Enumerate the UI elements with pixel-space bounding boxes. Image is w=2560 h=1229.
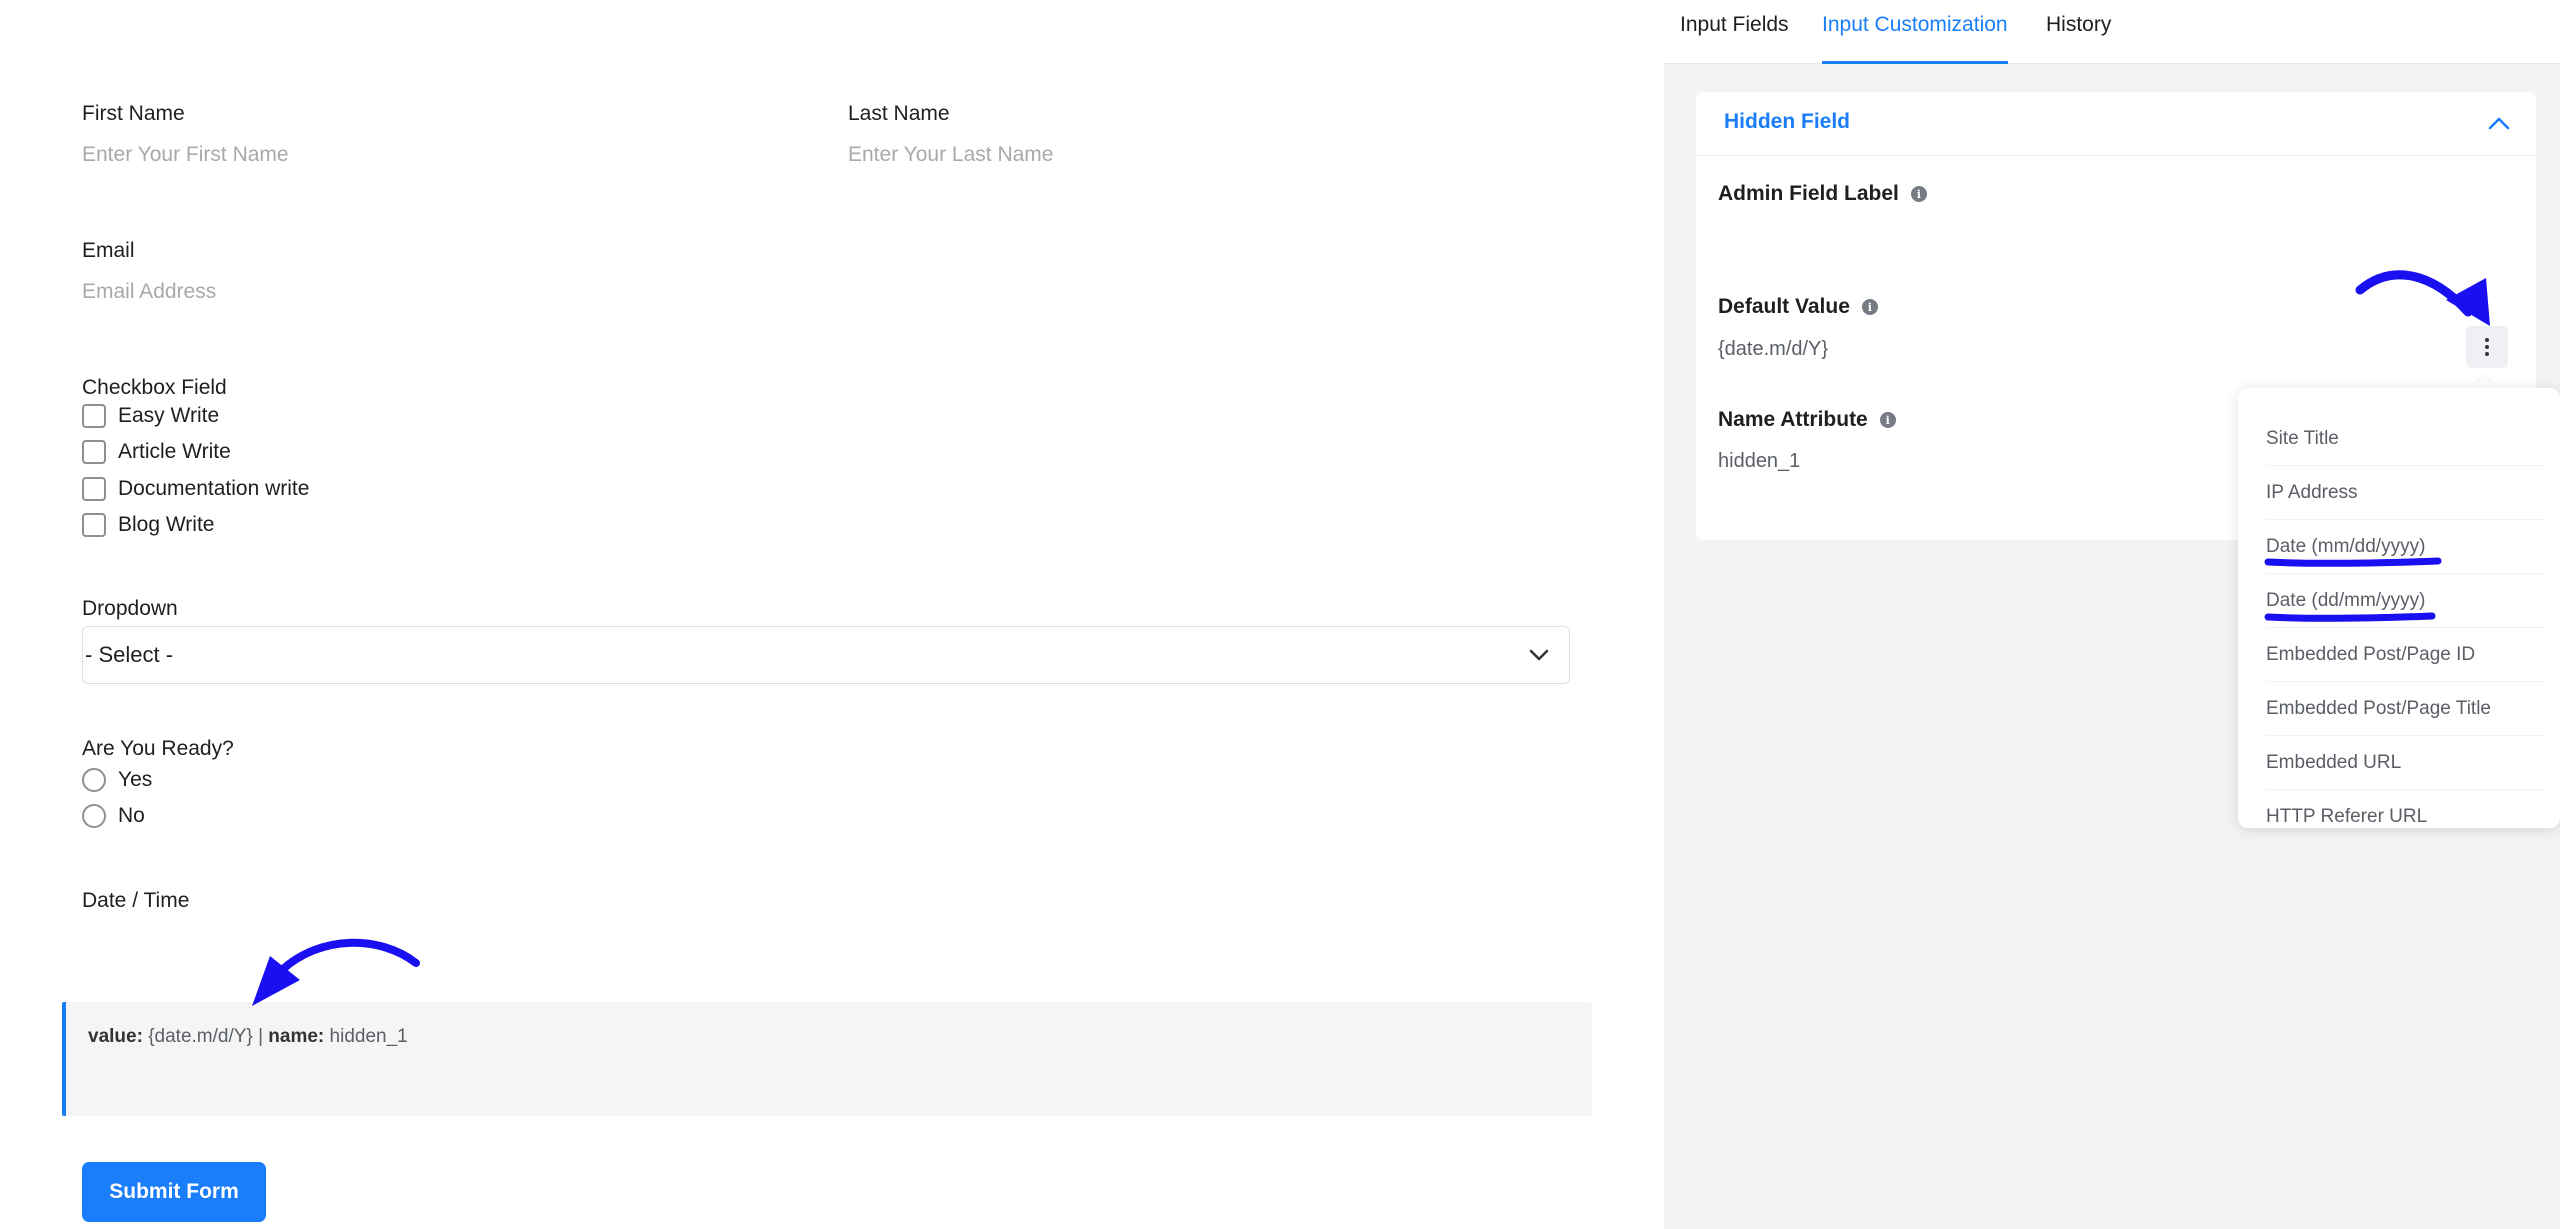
menu-item-ip-address[interactable]: IP Address <box>2266 466 2546 520</box>
settings-tabbar: Input Fields Input Customization History <box>1664 0 2560 64</box>
checkbox[interactable] <box>82 477 106 501</box>
info-icon[interactable]: i <box>1879 412 1896 428</box>
default-value-label-text: Default Value <box>1718 295 1850 318</box>
last-name-input[interactable]: Enter Your Last Name <box>848 143 1053 167</box>
checkbox-option-label: Easy Write <box>118 404 220 427</box>
menu-item-date-ddmmyyyy[interactable]: Date (dd/mm/yyyy) <box>2266 574 2546 628</box>
chevron-up-icon[interactable] <box>2488 116 2510 130</box>
tab-input-customization[interactable]: Input Customization <box>1822 0 2008 64</box>
smartcode-dropdown-menu: Site Title IP Address Date (mm/dd/yyyy) … <box>2238 388 2560 828</box>
info-icon[interactable]: i <box>1861 299 1878 315</box>
checkbox[interactable] <box>82 513 106 537</box>
card-title: Hidden Field <box>1724 110 1850 133</box>
submit-form-button[interactable]: Submit Form <box>82 1162 266 1222</box>
hidden-value: {date.m/d/Y} <box>148 1026 253 1047</box>
menu-item-embedded-post-id[interactable]: Embedded Post/Page ID <box>2266 628 2546 682</box>
name-attribute-heading: Name Attribute i <box>1718 408 1896 432</box>
name-attribute-input[interactable]: hidden_1 <box>1718 450 1800 473</box>
checkbox-option-article-write[interactable]: Article Write <box>82 437 231 467</box>
more-vertical-icon[interactable] <box>2466 326 2508 368</box>
hidden-name-key: name: <box>268 1026 325 1047</box>
dropdown-select[interactable]: - Select - <box>82 626 1570 684</box>
name-attribute-label-text: Name Attribute <box>1718 408 1868 431</box>
tab-history[interactable]: History <box>2046 0 2111 64</box>
hidden-separator: | <box>258 1026 263 1047</box>
menu-item-embedded-url[interactable]: Embedded URL <box>2266 736 2546 790</box>
info-icon[interactable]: i <box>1910 186 1927 202</box>
radio-field-label: Are You Ready? <box>82 737 234 760</box>
default-value-input[interactable]: {date.m/d/Y} <box>1718 338 1828 361</box>
default-value-heading: Default Value i <box>1718 295 1878 319</box>
checkbox[interactable] <box>82 440 106 464</box>
radio-button[interactable] <box>82 804 106 828</box>
checkbox-option-label: Blog Write <box>118 513 215 536</box>
hidden-value-key: value: <box>88 1026 143 1047</box>
radio-option-no[interactable]: No <box>82 801 145 831</box>
dropdown-label: Dropdown <box>82 597 178 620</box>
form-preview-panel: First Name Enter Your First Name Last Na… <box>0 0 1664 1229</box>
radio-option-label: No <box>118 804 145 827</box>
last-name-label: Last Name <box>848 102 950 125</box>
checkbox-option-label: Article Write <box>118 440 231 463</box>
menu-item-date-mmddyyyy[interactable]: Date (mm/dd/yyyy) <box>2266 520 2546 574</box>
admin-field-label-text: Admin Field Label <box>1718 182 1899 205</box>
checkbox-field-label: Checkbox Field <box>82 376 227 399</box>
dropdown-selected-value: - Select - <box>85 642 174 667</box>
email-label: Email <box>82 239 135 262</box>
hidden-name: hidden_1 <box>329 1026 408 1047</box>
radio-option-yes[interactable]: Yes <box>82 765 152 795</box>
admin-field-label-heading: Admin Field Label i <box>1718 182 1927 206</box>
menu-item-site-title[interactable]: Site Title <box>2266 412 2546 466</box>
first-name-label: First Name <box>82 102 185 125</box>
first-name-input[interactable]: Enter Your First Name <box>82 143 289 167</box>
card-header[interactable]: Hidden Field <box>1696 92 2536 156</box>
email-input[interactable]: Email Address <box>82 280 216 304</box>
radio-option-label: Yes <box>118 768 153 791</box>
checkbox-option-documentation-write[interactable]: Documentation write <box>82 474 309 504</box>
hidden-field-preview[interactable]: value: {date.m/d/Y} | name: hidden_1 <box>62 1002 1592 1116</box>
radio-button[interactable] <box>82 768 106 792</box>
chevron-down-icon <box>1529 649 1549 661</box>
datetime-label: Date / Time <box>82 889 190 912</box>
checkbox-option-easy-write[interactable]: Easy Write <box>82 401 219 431</box>
menu-item-embedded-post-title[interactable]: Embedded Post/Page Title <box>2266 682 2546 736</box>
checkbox-option-blog-write[interactable]: Blog Write <box>82 510 214 540</box>
checkbox[interactable] <box>82 404 106 428</box>
menu-item-http-referer-url[interactable]: HTTP Referer URL <box>2266 790 2546 828</box>
tab-input-fields[interactable]: Input Fields <box>1680 0 1789 64</box>
checkbox-option-label: Documentation write <box>118 477 310 500</box>
